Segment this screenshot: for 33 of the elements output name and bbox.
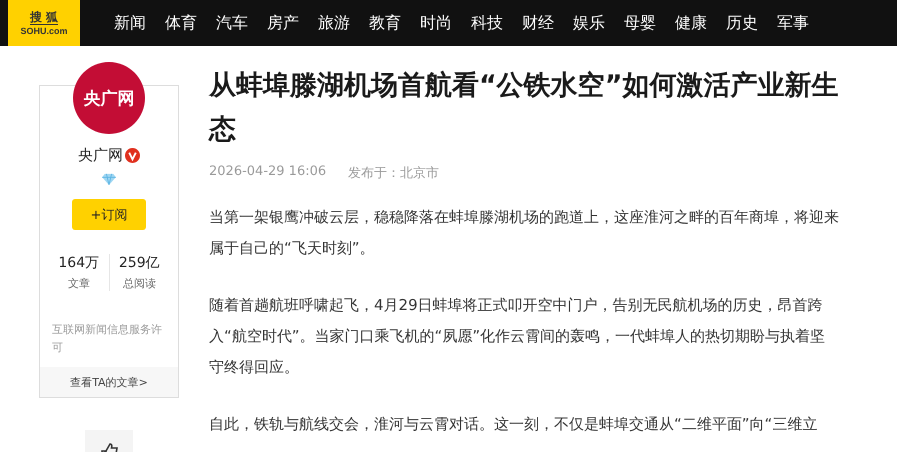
subscribe-button[interactable]: +订阅 <box>72 199 146 230</box>
diamond-icon <box>102 173 116 185</box>
nav-link[interactable]: 旅游 <box>318 12 350 34</box>
nav-link[interactable]: 科技 <box>471 12 503 34</box>
logo[interactable]: 搜 狐 SOHU.com <box>8 0 80 46</box>
article-paragraph: 自此，铁轨与航线交会，淮河与云霄对话。这一刻，不仅是蚌埠交通从“二维平面”向“三维立 <box>209 414 818 435</box>
nav-link[interactable]: 房产 <box>267 12 299 34</box>
author-articles-link[interactable]: 查看TA的文章> <box>40 367 178 397</box>
stat-label: 文章 <box>68 276 90 291</box>
nav-link[interactable]: 汽车 <box>216 12 248 34</box>
logo-name: 搜 狐 <box>30 10 58 24</box>
nav-link[interactable]: 历史 <box>726 12 758 34</box>
article-title: 从蚌埠滕湖机场首航看“公铁水空”如何激活产业新生态 <box>209 69 839 147</box>
license-text: 互联网新闻信息服务许可 <box>51 322 163 356</box>
nav-link[interactable]: 健康 <box>675 12 707 34</box>
logo-domain: SOHU.com <box>20 24 68 36</box>
nav-link[interactable]: 新闻 <box>114 12 146 34</box>
author-avatar[interactable]: 央广网 <box>73 62 145 134</box>
author-name[interactable]: 央广网 <box>78 146 123 165</box>
stat-value: 259亿 <box>118 254 160 272</box>
article-paragraph: 随着首趟航班呼啸起飞，4月29日蚌埠将正式叩开空中门户，告别无民航机场的历史，昂首跨入“航空时代”。当家门口乘飞机的“夙愿”化作云霄间的轰鸣，一代蚌埠人的热切期盼与执着坚守终得回应。 <box>209 295 826 378</box>
nav-link[interactable]: 娱乐 <box>573 12 605 34</box>
nav-link[interactable]: 财经 <box>522 12 554 34</box>
nav-link[interactable]: 军事 <box>777 12 809 34</box>
nav-link[interactable]: 体育 <box>165 12 197 34</box>
stat-label: 总阅读 <box>122 276 156 291</box>
stat-value: 164万 <box>58 254 100 272</box>
publish-time: 2026-04-29 16:06 <box>209 164 326 181</box>
article-paragraph: 当第一架银鹰冲破云层，稳稳降落在蚌埠滕湖机场的跑道上，这座淮河之畔的百年商埠，将迎来属于自己的“飞天时刻”。 <box>209 207 839 259</box>
nav-link[interactable]: 母婴 <box>624 12 656 34</box>
nav-link[interactable]: 时尚 <box>420 12 452 34</box>
publish-location: 发布于：北京市 <box>348 165 440 182</box>
nav-link[interactable]: 教育 <box>369 12 401 34</box>
